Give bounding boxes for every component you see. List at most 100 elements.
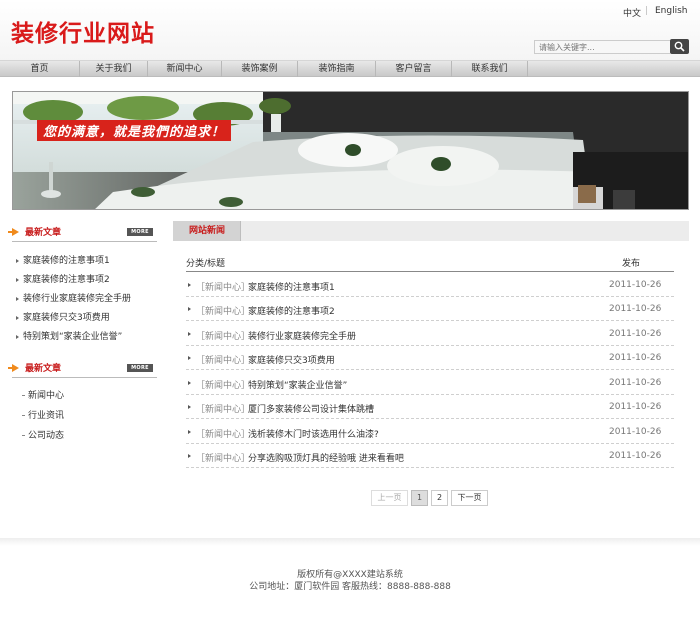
- row-date: 2011-10-26: [609, 378, 662, 388]
- row-date: 2011-10-26: [609, 280, 662, 290]
- lang-separator: |: [645, 6, 649, 16]
- sidebar-articles-title: 最新文章: [25, 228, 62, 238]
- nav-item-home[interactable]: 首页: [0, 61, 80, 77]
- bullet-icon: [188, 332, 191, 336]
- nav-item-cases[interactable]: 装饰案例: [222, 61, 298, 77]
- sidebar-article-label: 家庭装修的注意事项1: [23, 256, 110, 266]
- bullet-icon: [188, 307, 191, 311]
- row-title[interactable]: 厦门多家装修公司设计集体跳槽: [248, 402, 374, 415]
- sidebar-category-label: 公司动态: [28, 431, 65, 441]
- bullet-icon: [16, 258, 19, 263]
- row-date: 2011-10-26: [609, 402, 662, 412]
- nav-item-contact[interactable]: 联系我们: [452, 61, 528, 77]
- bullet-icon: [16, 277, 19, 282]
- dash-icon: [22, 435, 25, 436]
- pagination-prev-button[interactable]: 上一页: [371, 490, 408, 506]
- row-category[interactable]: ［新闻中心］: [196, 451, 250, 464]
- bedroom-illustration: [13, 92, 688, 209]
- table-row[interactable]: ［新闻中心］ 厦门多家装修公司设计集体跳槽 2011-10-26: [186, 395, 674, 419]
- nav-item-about[interactable]: 关于我们: [80, 61, 148, 77]
- bullet-icon: [16, 296, 19, 301]
- bullet-icon: [188, 405, 191, 409]
- sidebar-category-item[interactable]: 新闻中心: [22, 388, 64, 401]
- search-button[interactable]: [670, 39, 689, 54]
- table-row[interactable]: ［新闻中心］ 家庭装修的注意事项1 2011-10-26: [186, 273, 674, 297]
- bullet-icon: [188, 454, 191, 458]
- table-row[interactable]: ［新闻中心］ 分享选购吸顶灯具的经验哦 进来看看吧 2011-10-26: [186, 444, 674, 468]
- sidebar-article-item[interactable]: 家庭装修只交3项费用: [16, 310, 110, 323]
- site-title[interactable]: 装修行业网站: [11, 14, 155, 48]
- sidebar-category-label: 行业资讯: [28, 411, 65, 421]
- row-title[interactable]: 特别策划“家装企业信誉”: [248, 378, 347, 391]
- nav-item-messages[interactable]: 客户留言: [376, 61, 452, 77]
- sidebar-article-item[interactable]: 家庭装修的注意事项2: [16, 272, 110, 285]
- row-date: 2011-10-26: [609, 451, 662, 461]
- sidebar-categories-header: 最新文章 MORE: [8, 361, 157, 378]
- column-header-title: 分类/标题: [186, 259, 226, 269]
- search-input[interactable]: [534, 40, 670, 54]
- row-category[interactable]: ［新闻中心］: [196, 402, 250, 415]
- nav-item-guide[interactable]: 装饰指南: [298, 61, 376, 77]
- lang-english-link[interactable]: English: [655, 6, 688, 16]
- dash-icon: [22, 395, 25, 396]
- bullet-icon: [16, 334, 19, 339]
- sidebar-article-label: 家庭装修的注意事项2: [23, 275, 110, 285]
- sidebar-article-item[interactable]: 装修行业家庭装修完全手册: [16, 291, 131, 304]
- table-row[interactable]: ［新闻中心］ 浅析装修木门时该选用什么油漆? 2011-10-26: [186, 420, 674, 444]
- sidebar-article-item[interactable]: 家庭装修的注意事项1: [16, 253, 110, 266]
- sidebar-category-item[interactable]: 行业资讯: [22, 408, 64, 421]
- dash-icon: [22, 415, 25, 416]
- footer-divider: [0, 538, 700, 546]
- bullet-icon: [16, 315, 19, 320]
- header-divider: [186, 271, 674, 272]
- row-date: 2011-10-26: [609, 427, 662, 437]
- row-title[interactable]: 浅析装修木门时该选用什么油漆?: [248, 427, 379, 440]
- search-icon: [674, 41, 685, 52]
- row-category[interactable]: ［新闻中心］: [196, 353, 250, 366]
- sidebar-category-item[interactable]: 公司动态: [22, 428, 64, 441]
- row-category[interactable]: ［新闻中心］: [196, 304, 250, 317]
- row-title[interactable]: 装修行业家庭装修完全手册: [248, 329, 356, 342]
- row-title[interactable]: 家庭装修的注意事项2: [248, 304, 335, 317]
- bullet-icon: [188, 283, 191, 287]
- nav-item-news[interactable]: 新闻中心: [148, 61, 222, 77]
- sidebar-categories-title: 最新文章: [25, 364, 62, 374]
- row-date: 2011-10-26: [609, 353, 662, 363]
- sidebar-category-label: 新闻中心: [28, 391, 65, 401]
- sidebar-article-label: 家庭装修只交3项费用: [23, 313, 110, 323]
- row-title[interactable]: 分享选购吸顶灯具的经验哦 进来看看吧: [248, 451, 404, 464]
- row-category[interactable]: ［新闻中心］: [196, 329, 250, 342]
- lang-chinese-link[interactable]: 中文: [623, 6, 641, 19]
- sidebar-article-label: 特别策划“家装企业信誉”: [23, 332, 123, 342]
- column-header-date: 发布: [622, 259, 641, 269]
- table-row[interactable]: ［新闻中心］ 家庭装修只交3项费用 2011-10-26: [186, 346, 674, 370]
- row-date: 2011-10-26: [609, 329, 662, 339]
- categories-more-button[interactable]: MORE: [127, 364, 153, 372]
- row-title[interactable]: 家庭装修只交3项费用: [248, 353, 335, 366]
- news-section-bar: 网站新闻: [173, 221, 689, 241]
- pagination-page-2[interactable]: 2: [431, 490, 448, 506]
- banner-image: 您的满意，就是我們的追求！: [12, 91, 689, 210]
- banner-slogan: 您的满意，就是我們的追求！: [37, 120, 232, 141]
- main-nav: 首页 关于我们 新闻中心 装饰案例 装饰指南 客户留言 联系我们: [0, 60, 700, 77]
- arrow-right-icon: [8, 228, 19, 236]
- sidebar-article-item[interactable]: 特别策划“家装企业信誉”: [16, 329, 122, 342]
- pagination-page-1[interactable]: 1: [411, 490, 428, 506]
- row-category[interactable]: ［新闻中心］: [196, 427, 250, 440]
- row-title[interactable]: 家庭装修的注意事项1: [248, 280, 335, 293]
- table-row[interactable]: ［新闻中心］ 装修行业家庭装修完全手册 2011-10-26: [186, 322, 674, 346]
- articles-more-button[interactable]: MORE: [127, 228, 153, 236]
- table-row[interactable]: ［新闻中心］ 家庭装修的注意事项2 2011-10-26: [186, 297, 674, 321]
- tab-site-news[interactable]: 网站新闻: [173, 221, 241, 241]
- footer-address: 公司地址：厦门软件园 客服热线：8888-888-888: [249, 582, 451, 592]
- bullet-icon: [188, 356, 191, 360]
- row-category[interactable]: ［新闻中心］: [196, 280, 250, 293]
- arrow-right-icon: [8, 364, 19, 372]
- bullet-icon: [188, 381, 191, 385]
- row-date: 2011-10-26: [609, 304, 662, 314]
- sidebar-article-label: 装修行业家庭装修完全手册: [23, 294, 132, 304]
- table-row[interactable]: ［新闻中心］ 特别策划“家装企业信誉” 2011-10-26: [186, 371, 674, 395]
- pagination-next-button[interactable]: 下一页: [451, 490, 488, 506]
- row-category[interactable]: ［新闻中心］: [196, 378, 250, 391]
- sidebar-articles-header: 最新文章 MORE: [8, 225, 157, 242]
